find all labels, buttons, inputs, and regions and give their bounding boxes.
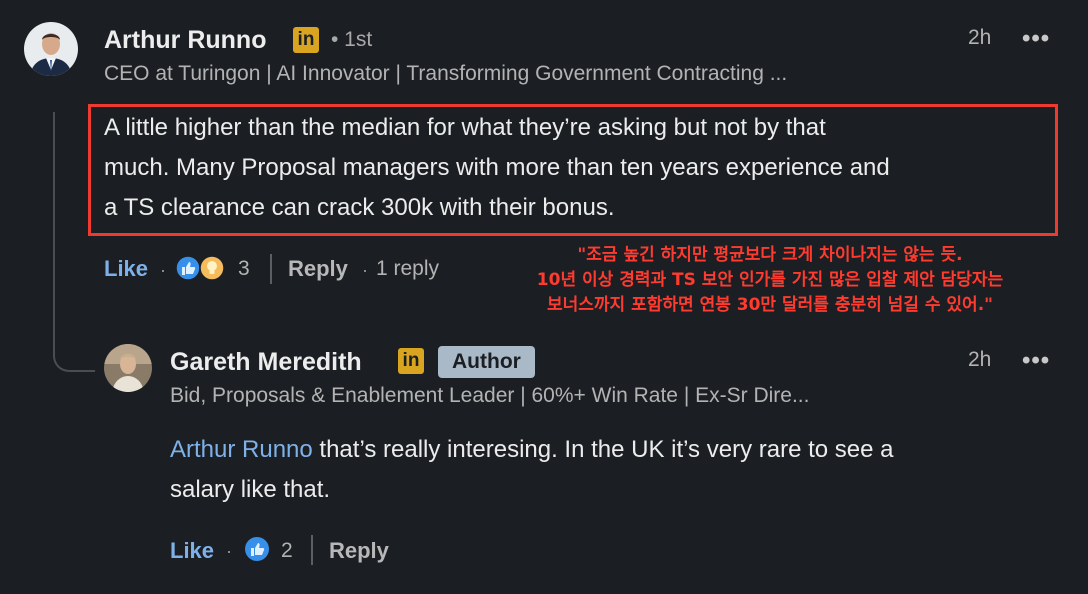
- comment-text: A little higher than the median for what…: [104, 108, 1054, 228]
- reply-timestamp: 2h: [968, 348, 992, 371]
- annotation-line: 10년 이상 경력과 TS 보안 인가를 가진 많은 입찰 제안 담당자는: [536, 270, 1004, 290]
- more-options-icon[interactable]: •••: [1022, 347, 1050, 375]
- reactions-summary[interactable]: [175, 255, 231, 281]
- action-divider: [311, 535, 313, 565]
- person-photo-icon: [24, 22, 78, 76]
- reply-text-line: Arthur Runno that’s really interesing. I…: [170, 430, 1070, 470]
- like-button[interactable]: Like: [170, 538, 214, 564]
- comment-text-line: A little higher than the median for what…: [104, 114, 826, 141]
- avatar-arthur-runno[interactable]: [24, 22, 78, 76]
- annotation-line: 보너스까지 포함하면 연봉 30만 달러를 충분히 넘길 수 있어.": [546, 295, 994, 315]
- person-photo-icon: [104, 344, 152, 392]
- translation-annotation: "조금 높긴 하지만 평균보다 크게 차이나지는 않는 듯. 10년 이상 경력…: [492, 243, 1048, 318]
- reply-text-rest: that’s really interesing. In the UK it’s…: [312, 436, 894, 463]
- comment-author-name[interactable]: Arthur Runno: [104, 26, 266, 55]
- more-options-icon[interactable]: •••: [1022, 25, 1050, 53]
- mention-link[interactable]: Arthur Runno: [170, 436, 313, 463]
- linkedin-icon: in: [398, 348, 424, 374]
- separator-dot: ·: [160, 260, 166, 280]
- comment-author-headline: CEO at Turingon | AI Innovator | Transfo…: [104, 62, 788, 85]
- reaction-count[interactable]: 2: [281, 539, 293, 563]
- thread-connector: [53, 330, 95, 372]
- comment-timestamp: 2h: [968, 26, 992, 49]
- connection-degree: • 1st: [331, 28, 373, 51]
- reply-author-headline: Bid, Proposals & Enablement Leader | 60%…: [170, 384, 810, 407]
- action-divider: [270, 254, 272, 284]
- like-reaction-icon: [175, 255, 201, 281]
- separator-dot: ·: [226, 541, 232, 561]
- author-badge: Author: [438, 346, 535, 378]
- like-reaction-icon[interactable]: [244, 536, 270, 562]
- reply-author-name[interactable]: Gareth Meredith: [170, 348, 362, 377]
- annotation-line: "조금 높긴 하지만 평균보다 크게 차이나지는 않는 듯.: [577, 245, 963, 265]
- comment-text-line: much. Many Proposal managers with more t…: [104, 154, 890, 181]
- reply-text: Arthur Runno that’s really interesing. I…: [170, 430, 1070, 510]
- insightful-reaction-icon: [199, 255, 225, 281]
- reply-text-line: salary like that.: [170, 476, 331, 503]
- comment-text-line: a TS clearance can crack 300k with their…: [104, 194, 615, 221]
- like-button[interactable]: Like: [104, 256, 148, 282]
- replies-count-link[interactable]: 1 reply: [376, 257, 439, 281]
- reaction-count[interactable]: 3: [238, 257, 250, 281]
- reply-button[interactable]: Reply: [288, 256, 348, 282]
- avatar-gareth-meredith[interactable]: [104, 344, 152, 392]
- separator-dot: ·: [362, 260, 368, 280]
- thread-line: [53, 112, 55, 332]
- linkedin-icon: in: [293, 27, 319, 53]
- reply-button[interactable]: Reply: [329, 538, 389, 564]
